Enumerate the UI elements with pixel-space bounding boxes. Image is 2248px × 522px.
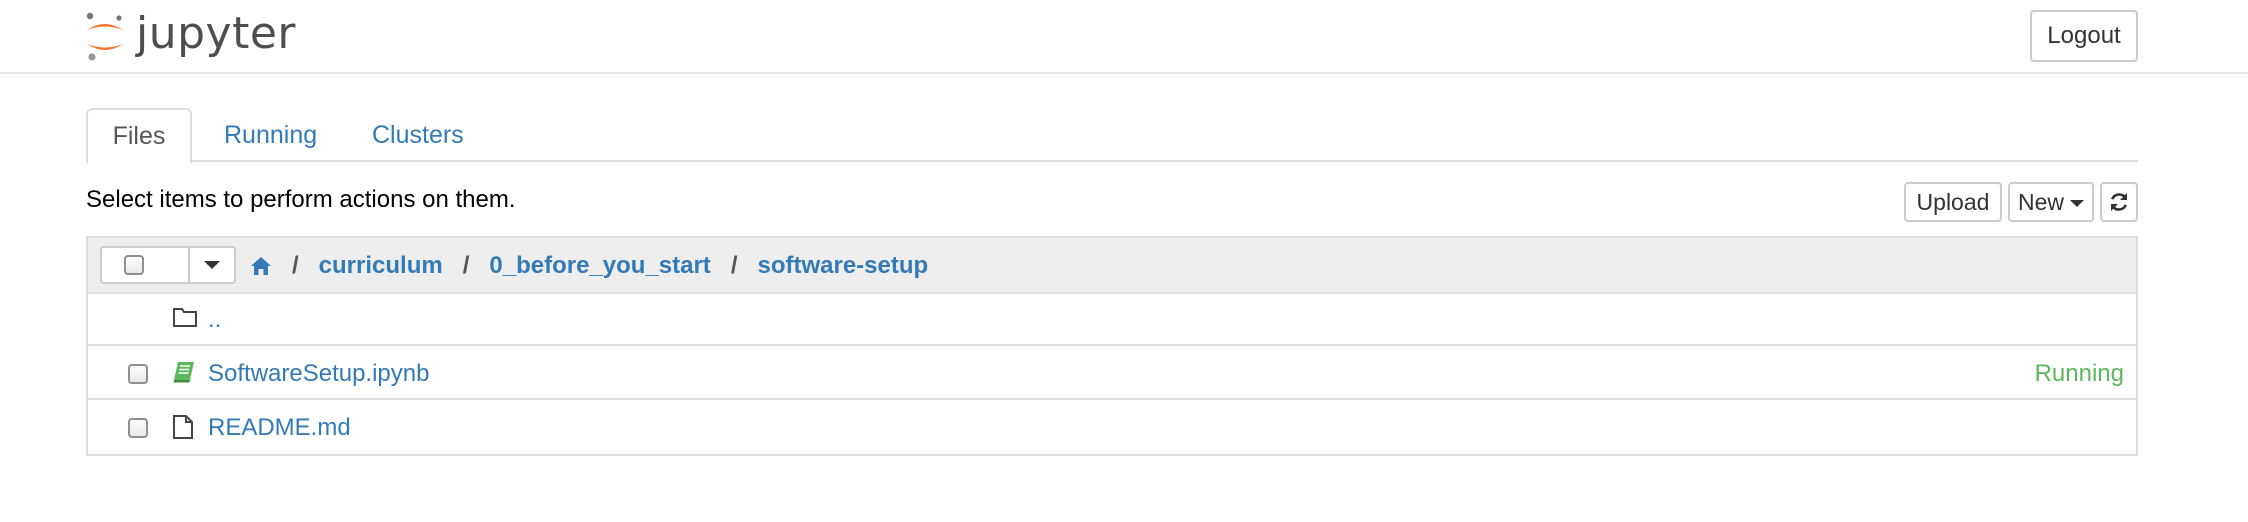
running-status: Running (2034, 360, 2124, 387)
jupyter-logo[interactable]: jupyter (84, 8, 296, 64)
selection-hint: Select items to perform actions on them. (86, 186, 516, 213)
jupyter-logo-icon (86, 12, 123, 61)
breadcrumb-separator: / (462, 252, 470, 279)
header: jupyter Logout (0, 0, 2248, 74)
tab-running[interactable]: Running (196, 108, 345, 162)
breadcrumb-item[interactable]: software-setup (757, 252, 928, 280)
breadcrumb-separator: / (292, 252, 299, 279)
upload-button[interactable]: Upload (1904, 182, 2002, 222)
refresh-button[interactable] (2100, 182, 2138, 222)
new-dropdown-button[interactable]: New (2008, 182, 2094, 222)
tab-files[interactable]: Files (86, 108, 192, 164)
file-list-header: / curriculum / 0_before_you_start / soft… (88, 238, 2136, 294)
tab-clusters[interactable]: Clusters (344, 108, 492, 162)
list-item[interactable]: README.md (88, 402, 2136, 454)
tab-bar: Files Running Clusters (86, 108, 2138, 164)
new-button-label: New (2017, 188, 2064, 215)
notebook-icon (172, 360, 196, 391)
select-all-checkbox[interactable] (124, 255, 144, 275)
item-checkbox[interactable] (128, 418, 148, 438)
caret-down-icon (2070, 199, 2084, 207)
file-name-link[interactable]: README.md (208, 414, 351, 442)
select-all-checkbox-wrap (102, 248, 190, 282)
folder-icon (172, 306, 198, 335)
file-list: / curriculum / 0_before_you_start / soft… (86, 236, 2138, 456)
select-all-control[interactable] (100, 246, 236, 284)
caret-down-icon (204, 261, 220, 269)
list-item[interactable]: .. (88, 294, 2136, 346)
breadcrumb: / curriculum / 0_before_you_start / soft… (250, 248, 928, 284)
list-item[interactable]: SoftwareSetup.ipynb Running (88, 348, 2136, 400)
breadcrumb-item[interactable]: 0_before_you_start (489, 252, 710, 280)
refresh-icon (2110, 193, 2128, 211)
file-icon (172, 414, 194, 447)
file-name-link[interactable]: .. (208, 306, 221, 334)
breadcrumb-separator: / (730, 252, 738, 279)
breadcrumb-home[interactable] (250, 256, 272, 276)
item-checkbox[interactable] (128, 364, 148, 384)
breadcrumb-item[interactable]: curriculum (319, 252, 443, 280)
home-icon (251, 257, 271, 275)
select-dropdown-toggle[interactable] (190, 248, 234, 282)
logout-button[interactable]: Logout (2030, 10, 2138, 62)
file-name-link[interactable]: SoftwareSetup.ipynb (208, 360, 429, 388)
logo-text: jupyter (136, 7, 296, 59)
